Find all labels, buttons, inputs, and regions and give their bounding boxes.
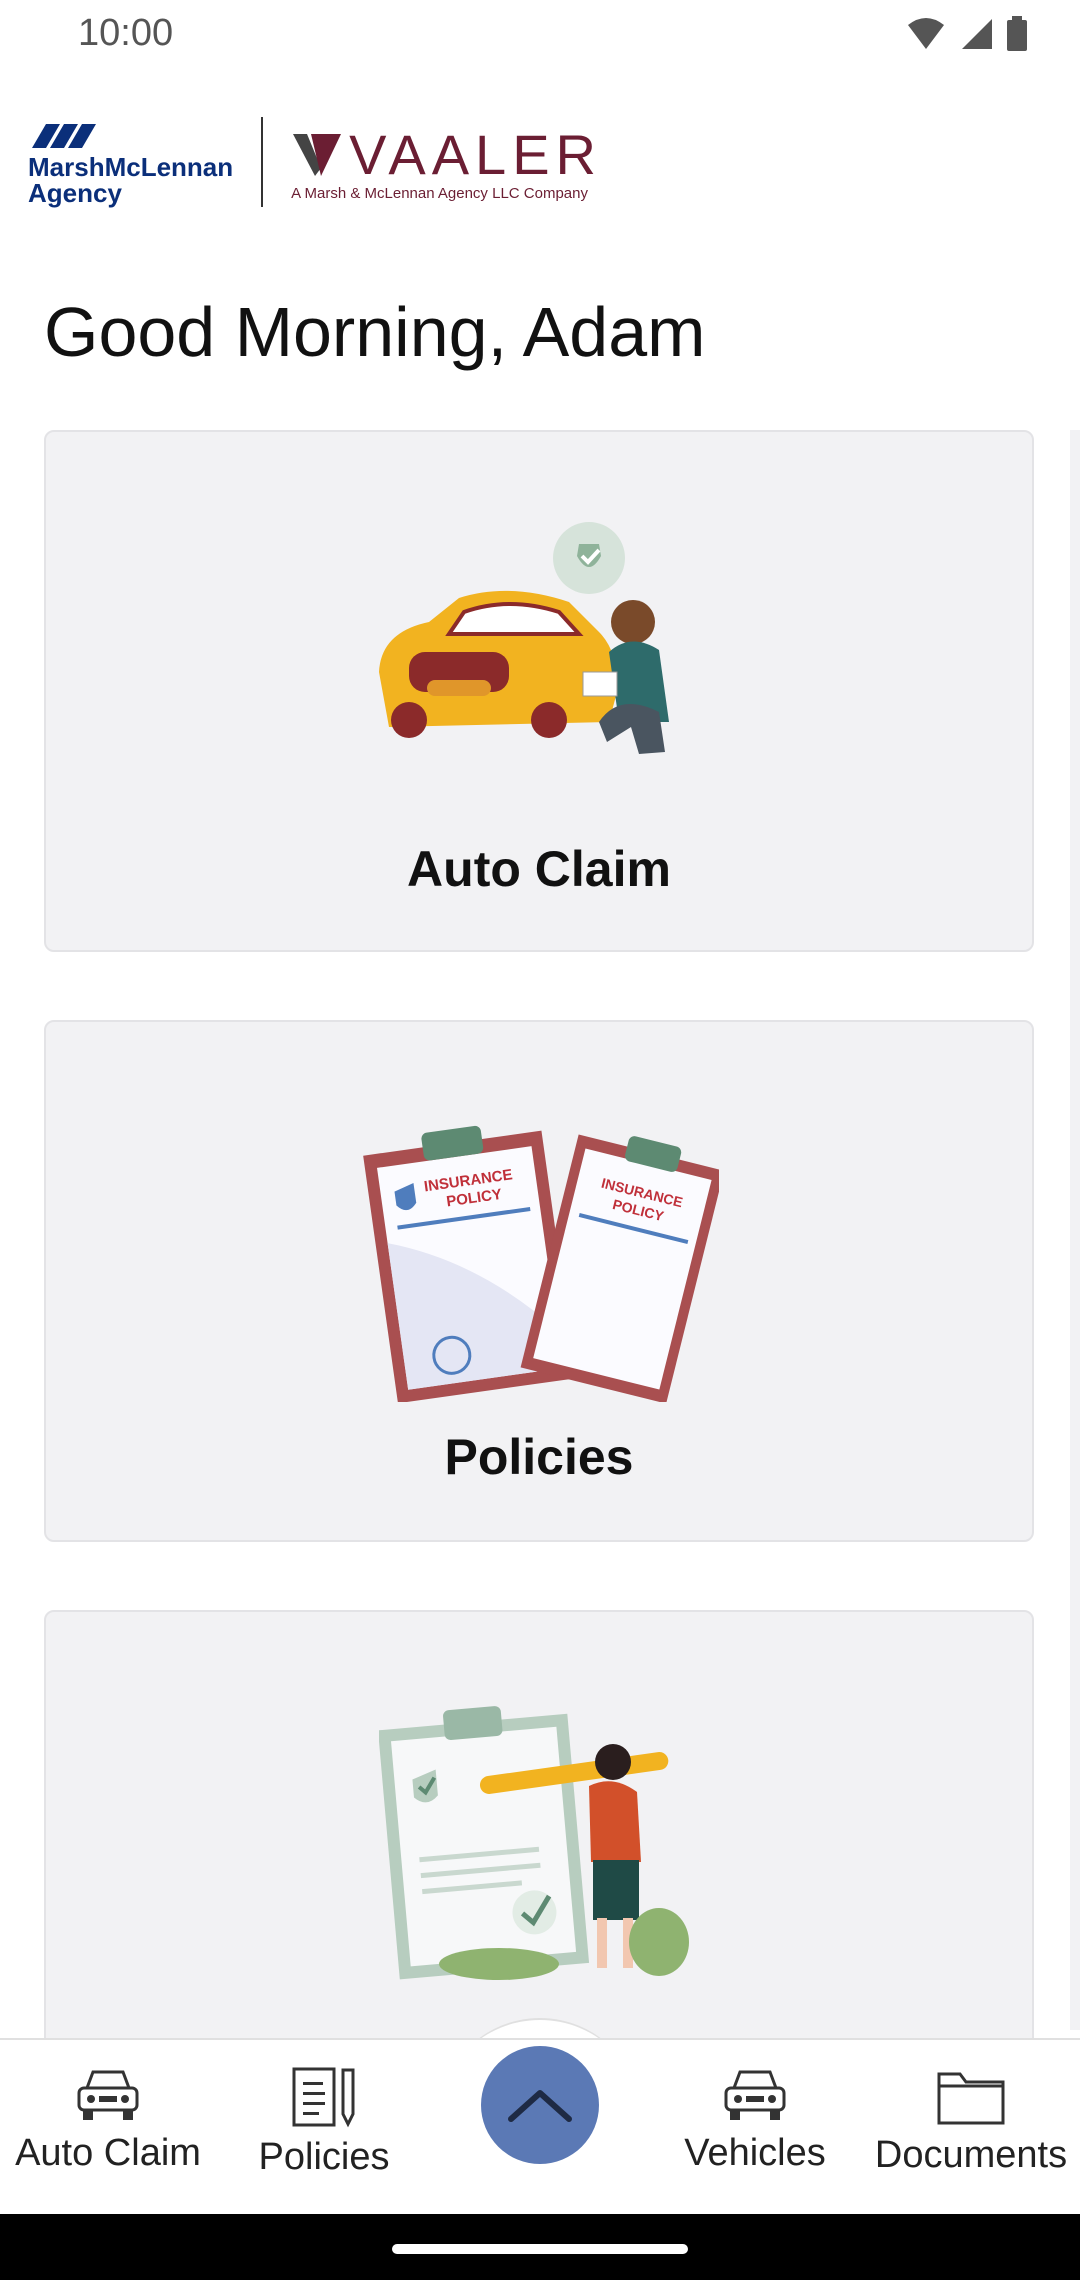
auto-claim-title: Auto Claim [407,841,671,897]
expand-menu-button[interactable] [481,2046,599,2164]
marsh-line-1: MarshMcLennan [28,152,234,182]
marsh-mclennan-mark-icon [32,124,96,148]
policies-card[interactable]: INSURANCE POLICY INSURANCE POLICY Polici… [44,1020,1034,1542]
greeting: Good Morning, Adam [44,293,706,371]
signal-icon [962,19,992,49]
car-icon [77,2070,139,2120]
next-card-edge [1070,430,1080,2030]
nav-policies[interactable]: Policies [224,2066,424,2179]
nav-documents[interactable]: Documents [864,2066,1078,2177]
status-time: 10:00 [78,12,174,54]
vaaler-logo: VAALER A Marsh & McLennan Agency LLC Com… [291,122,602,202]
chevron-up-icon [508,2090,572,2122]
logo-divider [261,117,264,207]
auto-claim-illustration [379,522,669,754]
nav-auto-claim-label: Auto Claim [15,2132,201,2174]
wifi-icon [908,18,944,49]
marsh-line-2: Agency [28,178,122,208]
document-pen-icon [292,2067,355,2128]
vaaler-v-mark-icon [293,133,342,176]
home-gesture-handle[interactable] [392,2244,688,2254]
vaaler-name: VAALER [349,123,602,186]
vaaler-tagline: A Marsh & McLennan Agency LLC Company [291,185,588,202]
nav-vehicles-label: Vehicles [684,2132,826,2174]
policies-title: Policies [444,1429,634,1485]
nav-vehicles[interactable]: Vehicles [670,2066,840,2175]
nav-auto-claim[interactable]: Auto Claim [6,2066,210,2175]
auto-claim-card[interactable]: Auto Claim [44,430,1034,952]
insurance-policy-illustration: INSURANCE POLICY INSURANCE POLICY [363,1125,719,1402]
battery-icon [1007,16,1027,51]
car-icon [724,2070,786,2120]
nav-documents-label: Documents [874,2134,1068,2176]
status-icons [906,16,1028,52]
folder-icon [937,2072,1005,2125]
brand-logos: MarshMcLennan Agency VAALER A Marsh & Mc… [28,112,602,212]
status-bar: 10:00 [0,0,1080,70]
marsh-mclennan-logo: MarshMcLennan Agency [28,118,233,206]
checklist-illustration [379,1706,689,1980]
nav-policies-label: Policies [258,2136,390,2178]
